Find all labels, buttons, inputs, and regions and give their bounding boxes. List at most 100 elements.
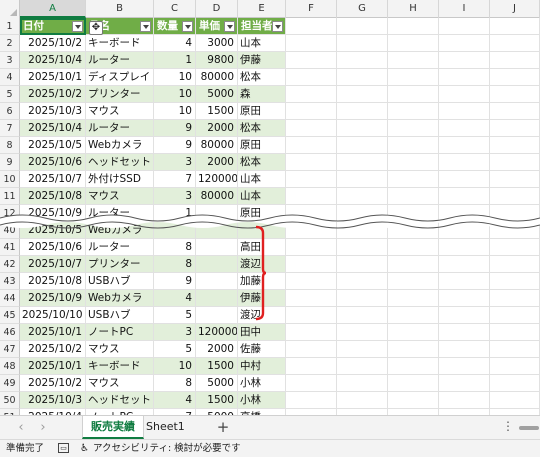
empty-cell[interactable] <box>439 290 490 307</box>
scrollbar-thumb[interactable] <box>519 426 539 430</box>
empty-cell[interactable] <box>388 86 439 103</box>
empty-cell[interactable] <box>490 103 540 120</box>
empty-cell[interactable] <box>337 120 388 137</box>
empty-cell[interactable] <box>439 35 490 52</box>
data-cell-d[interactable]: 2000 <box>196 120 238 137</box>
empty-cell[interactable] <box>337 103 388 120</box>
empty-cell[interactable] <box>388 188 439 205</box>
empty-cell[interactable] <box>286 18 337 35</box>
data-cell-a[interactable]: 2025/10/6 <box>20 239 86 256</box>
data-cell-d[interactable]: 5000 <box>196 86 238 103</box>
row-number[interactable]: 1 <box>0 18 20 35</box>
accessibility-icon[interactable]: ♿ <box>80 440 89 457</box>
row-number[interactable]: 41 <box>0 239 20 256</box>
empty-cell[interactable] <box>388 52 439 69</box>
data-cell-b[interactable]: マウス <box>86 103 154 120</box>
data-cell-c[interactable]: 4 <box>154 35 196 52</box>
data-cell-c[interactable]: 8 <box>154 375 196 392</box>
empty-cell[interactable] <box>439 358 490 375</box>
empty-cell[interactable] <box>286 154 337 171</box>
empty-cell[interactable] <box>286 137 337 154</box>
data-cell-d[interactable] <box>196 256 238 273</box>
data-cell-b[interactable]: ルーター <box>86 120 154 137</box>
data-cell-d[interactable]: 80000 <box>196 188 238 205</box>
empty-cell[interactable] <box>388 307 439 324</box>
data-cell-a[interactable]: 2025/10/1 <box>20 358 86 375</box>
header-cell-e[interactable]: 担当者 <box>238 18 286 35</box>
data-cell-a[interactable]: 2025/10/6 <box>20 154 86 171</box>
data-cell-e[interactable]: 小林 <box>238 392 286 409</box>
empty-cell[interactable] <box>490 188 540 205</box>
data-cell-b[interactable]: ディスプレイ <box>86 69 154 86</box>
data-cell-b[interactable]: キーボード <box>86 358 154 375</box>
data-cell-d[interactable] <box>196 239 238 256</box>
empty-cell[interactable] <box>337 358 388 375</box>
data-cell-e[interactable]: 松本 <box>238 154 286 171</box>
row-number[interactable]: 49 <box>0 375 20 392</box>
empty-cell[interactable] <box>439 273 490 290</box>
empty-cell[interactable] <box>439 307 490 324</box>
empty-cell[interactable] <box>388 392 439 409</box>
empty-cell[interactable] <box>388 290 439 307</box>
data-cell-a[interactable]: 2025/10/1 <box>20 324 86 341</box>
horizontal-scrollbar[interactable] <box>515 423 540 433</box>
header-cell-c[interactable]: 数量 <box>154 18 196 35</box>
empty-cell[interactable] <box>286 324 337 341</box>
data-cell-d[interactable]: 120000 <box>196 171 238 188</box>
data-cell-c[interactable]: 7 <box>154 171 196 188</box>
data-cell-b[interactable]: Webカメラ <box>86 137 154 154</box>
empty-cell[interactable] <box>439 137 490 154</box>
row-number[interactable]: 8 <box>0 137 20 154</box>
data-cell-d[interactable] <box>196 307 238 324</box>
data-cell-c[interactable]: 5 <box>154 307 196 324</box>
empty-cell[interactable] <box>337 392 388 409</box>
empty-cell[interactable] <box>286 52 337 69</box>
more-options-icon[interactable]: ⋮ <box>502 419 514 433</box>
empty-cell[interactable] <box>286 358 337 375</box>
row-number[interactable]: 2 <box>0 35 20 52</box>
empty-cell[interactable] <box>490 69 540 86</box>
empty-cell[interactable] <box>490 324 540 341</box>
empty-cell[interactable] <box>388 256 439 273</box>
data-cell-b[interactable]: ヘッドセット <box>86 392 154 409</box>
data-cell-e[interactable]: 森 <box>238 86 286 103</box>
data-cell-d[interactable] <box>196 273 238 290</box>
data-cell-e[interactable]: 中村 <box>238 358 286 375</box>
data-cell-e[interactable]: 小林 <box>238 375 286 392</box>
empty-cell[interactable] <box>490 18 540 35</box>
empty-cell[interactable] <box>337 307 388 324</box>
data-cell-c[interactable]: 5 <box>154 341 196 358</box>
data-cell-d[interactable]: 2000 <box>196 154 238 171</box>
empty-cell[interactable] <box>490 307 540 324</box>
empty-cell[interactable] <box>439 171 490 188</box>
data-cell-a[interactable]: 2025/10/5 <box>20 137 86 154</box>
column-header-d[interactable]: D <box>196 0 238 18</box>
empty-cell[interactable] <box>439 324 490 341</box>
data-cell-a[interactable]: 2025/10/4 <box>20 120 86 137</box>
data-cell-a[interactable]: 2025/10/10 <box>20 307 86 324</box>
row-number[interactable]: 50 <box>0 392 20 409</box>
data-cell-b[interactable]: USBハブ <box>86 273 154 290</box>
empty-cell[interactable] <box>286 375 337 392</box>
data-cell-d[interactable] <box>196 290 238 307</box>
empty-cell[interactable] <box>286 307 337 324</box>
data-cell-c[interactable]: 3 <box>154 154 196 171</box>
column-header-j[interactable]: J <box>490 0 540 18</box>
empty-cell[interactable] <box>286 273 337 290</box>
data-cell-c[interactable]: 9 <box>154 137 196 154</box>
empty-cell[interactable] <box>490 35 540 52</box>
empty-cell[interactable] <box>337 86 388 103</box>
data-cell-d[interactable]: 80000 <box>196 137 238 154</box>
accessibility-status[interactable]: アクセシビリティ: 検討が必要です <box>93 440 241 457</box>
row-number[interactable]: 3 <box>0 52 20 69</box>
worksheet-grid[interactable]: ABCDEFGHIJ 1日付品名数量単価担当者22025/10/2キーボード43… <box>0 0 540 415</box>
empty-cell[interactable] <box>490 86 540 103</box>
data-cell-a[interactable]: 2025/10/2 <box>20 35 86 52</box>
data-cell-d[interactable]: 2000 <box>196 341 238 358</box>
data-cell-b[interactable]: プリンター <box>86 256 154 273</box>
data-cell-a[interactable]: 2025/10/9 <box>20 290 86 307</box>
data-cell-a[interactable]: 2025/10/8 <box>20 273 86 290</box>
data-cell-b[interactable]: 外付けSSD <box>86 171 154 188</box>
empty-cell[interactable] <box>388 18 439 35</box>
empty-cell[interactable] <box>439 103 490 120</box>
